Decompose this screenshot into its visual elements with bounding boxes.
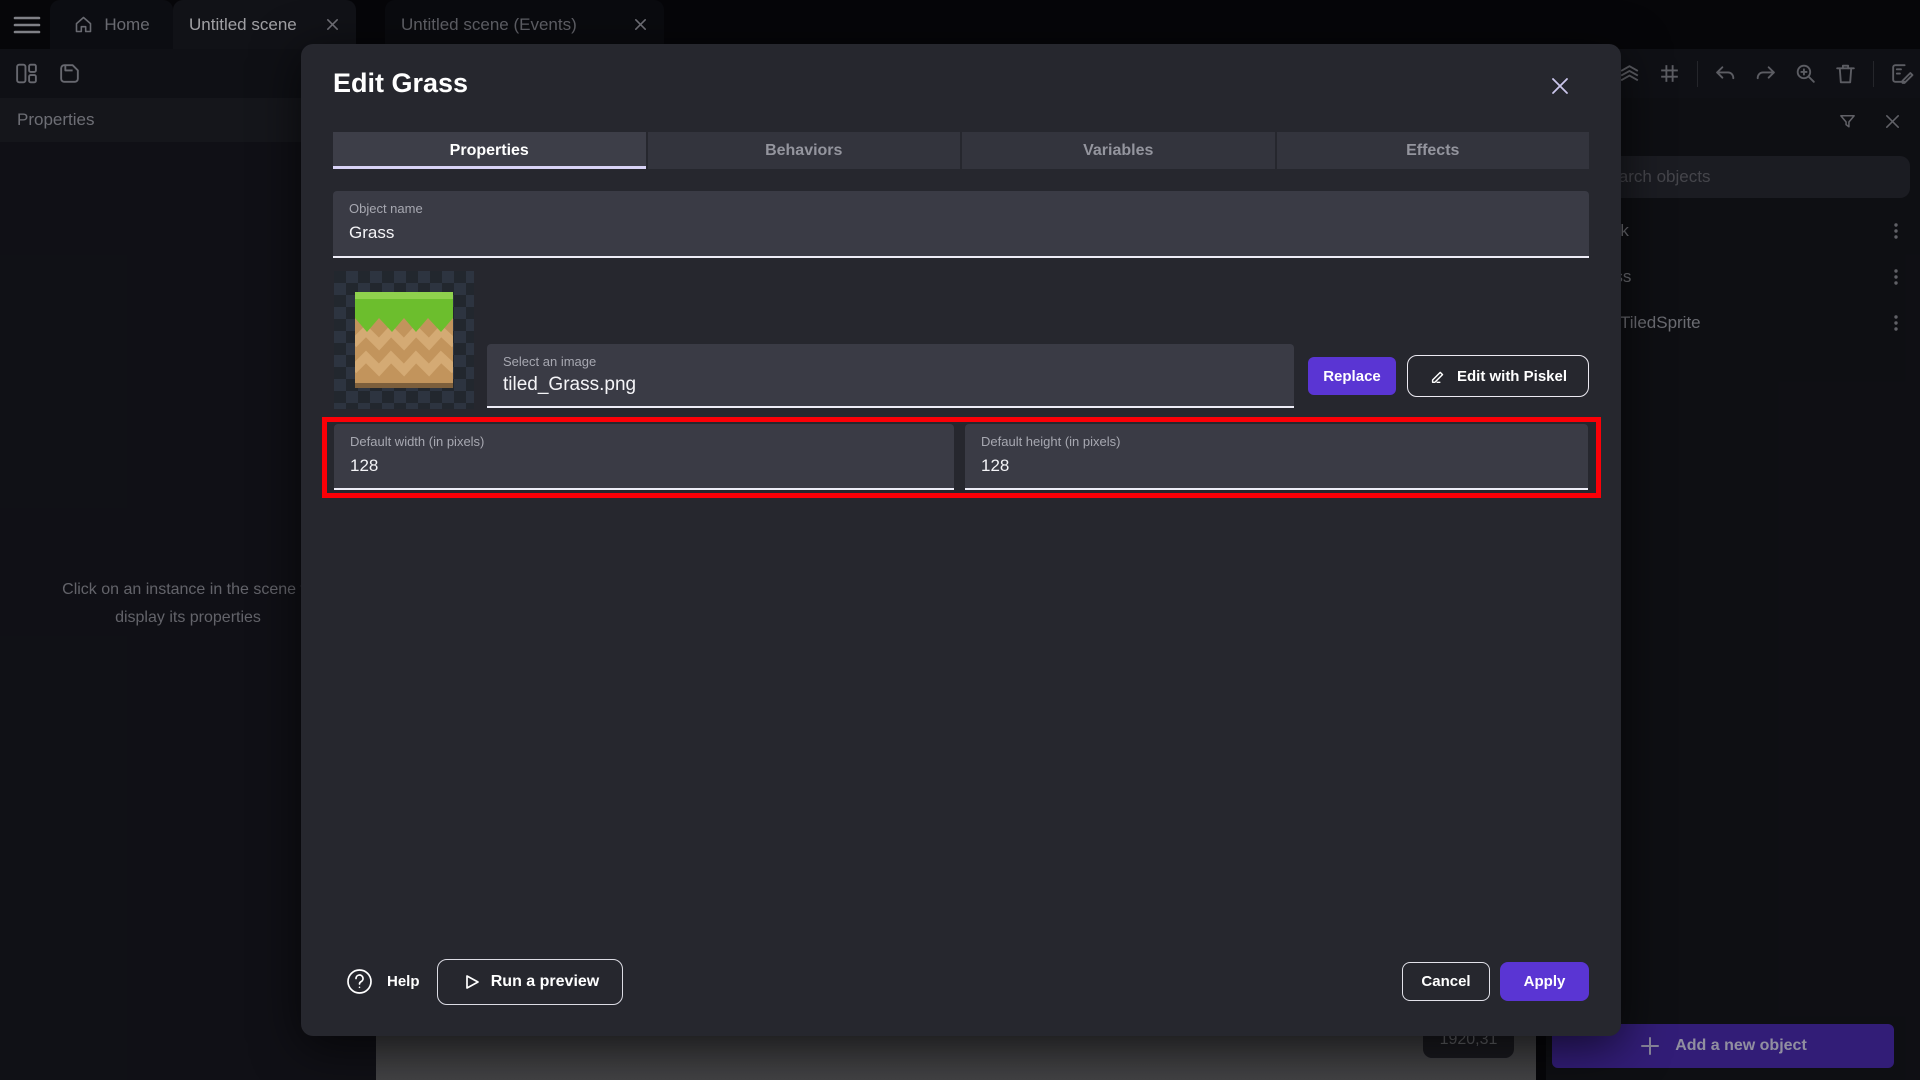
select-image-field[interactable]: Select an image tiled_Grass.png: [487, 344, 1294, 408]
default-width-field[interactable]: Default width (in pixels) 128: [334, 424, 954, 490]
object-name-label: Object name: [349, 201, 423, 216]
help-label: Help: [387, 973, 420, 990]
default-width-label: Default width (in pixels): [350, 434, 484, 449]
cancel-button[interactable]: Cancel: [1402, 962, 1490, 1001]
default-height-field[interactable]: Default height (in pixels) 128: [965, 424, 1588, 490]
gdevelop-window: Home Untitled scene Untitled scene (Even…: [0, 0, 1920, 1080]
edit-with-piskel-label: Edit with Piskel: [1457, 368, 1567, 385]
default-height-value: 128: [981, 456, 1009, 476]
dialog-close-icon[interactable]: [1548, 74, 1572, 98]
run-preview-label: Run a preview: [491, 973, 599, 991]
select-image-label: Select an image: [503, 354, 596, 369]
grass-tile-image: [355, 292, 453, 388]
pencil-icon: [1429, 367, 1447, 385]
help-button[interactable]: Help: [346, 968, 420, 995]
tab-properties[interactable]: Properties: [333, 132, 648, 169]
object-name-value: Grass: [349, 223, 394, 243]
tab-effects[interactable]: Effects: [1277, 132, 1590, 169]
default-height-label: Default height (in pixels): [981, 434, 1120, 449]
help-icon: [346, 968, 373, 995]
edit-object-dialog: Edit Grass Properties Behaviors Variable…: [301, 44, 1621, 1036]
dialog-title: Edit Grass: [333, 68, 468, 99]
run-preview-button[interactable]: Run a preview: [437, 959, 623, 1005]
tab-behaviors[interactable]: Behaviors: [648, 132, 963, 169]
play-icon: [461, 972, 481, 992]
select-image-value: tiled_Grass.png: [503, 374, 636, 396]
apply-button[interactable]: Apply: [1500, 962, 1589, 1001]
tab-variables[interactable]: Variables: [962, 132, 1277, 169]
image-thumbnail[interactable]: [334, 271, 474, 409]
object-name-field[interactable]: Object name Grass: [333, 191, 1589, 258]
edit-with-piskel-button[interactable]: Edit with Piskel: [1407, 355, 1589, 397]
dialog-tab-bar: Properties Behaviors Variables Effects: [333, 132, 1589, 169]
replace-button[interactable]: Replace: [1308, 357, 1396, 395]
default-width-value: 128: [350, 456, 378, 476]
